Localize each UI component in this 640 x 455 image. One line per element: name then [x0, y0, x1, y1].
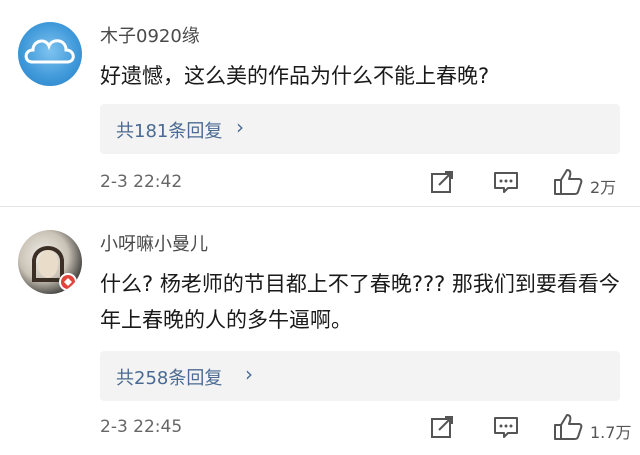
view-replies-button[interactable]: 共258条回复 › — [100, 351, 620, 401]
share-button[interactable] — [428, 413, 456, 441]
comment-button[interactable] — [492, 413, 520, 441]
comment-meta: 2-3 22:45 1.7万 — [100, 413, 632, 443]
username[interactable]: 木子0920缘 — [100, 22, 200, 48]
comment-text: 好遗憾，这么美的作品为什么不能上春晚? — [100, 64, 490, 88]
like-count: 1.7万 — [590, 423, 632, 442]
cloud-avatar-icon — [24, 39, 75, 64]
thumbs-up-icon — [554, 169, 583, 195]
comment-item: 小呀嘛小曼儿 什么? 杨老师的节目都上不了春晚??? 那我们到要看看今年上春晚的… — [0, 208, 640, 455]
username[interactable]: 小呀嘛小曼儿 — [100, 230, 208, 256]
comment-item: 木子0920缘 好遗憾，这么美的作品为什么不能上春晚? 共181条回复 › 2-… — [0, 0, 640, 208]
like-count: 2万 — [590, 178, 617, 197]
share-icon — [431, 416, 453, 438]
share-icon — [431, 171, 453, 193]
replies-label: 共258条回复 — [116, 368, 223, 389]
comment-text: 什么? 杨老师的节目都上不了春晚??? 那我们到要看看今年上春晚的人的多牛逼啊。 — [100, 272, 620, 332]
comment-icon — [494, 417, 518, 438]
chevron-right-icon: › — [236, 115, 244, 139]
thumbs-up-icon — [554, 414, 583, 440]
like-button[interactable] — [553, 168, 583, 196]
chevron-right-icon: › — [245, 362, 253, 386]
like-button[interactable] — [553, 413, 583, 441]
replies-label: 共181条回复 — [116, 121, 223, 142]
comment-icon — [494, 172, 518, 193]
timestamp: 2-3 22:42 — [100, 172, 183, 192]
divider — [0, 206, 640, 207]
timestamp: 2-3 22:45 — [100, 417, 183, 437]
avatar[interactable] — [18, 22, 82, 86]
comment-button[interactable] — [492, 168, 520, 196]
share-button[interactable] — [428, 168, 456, 196]
view-replies-button[interactable]: 共181条回复 › — [100, 104, 620, 154]
user-photo-icon — [32, 246, 77, 291]
avatar[interactable] — [18, 230, 82, 294]
comment-meta: 2-3 22:42 2万 — [100, 168, 630, 198]
